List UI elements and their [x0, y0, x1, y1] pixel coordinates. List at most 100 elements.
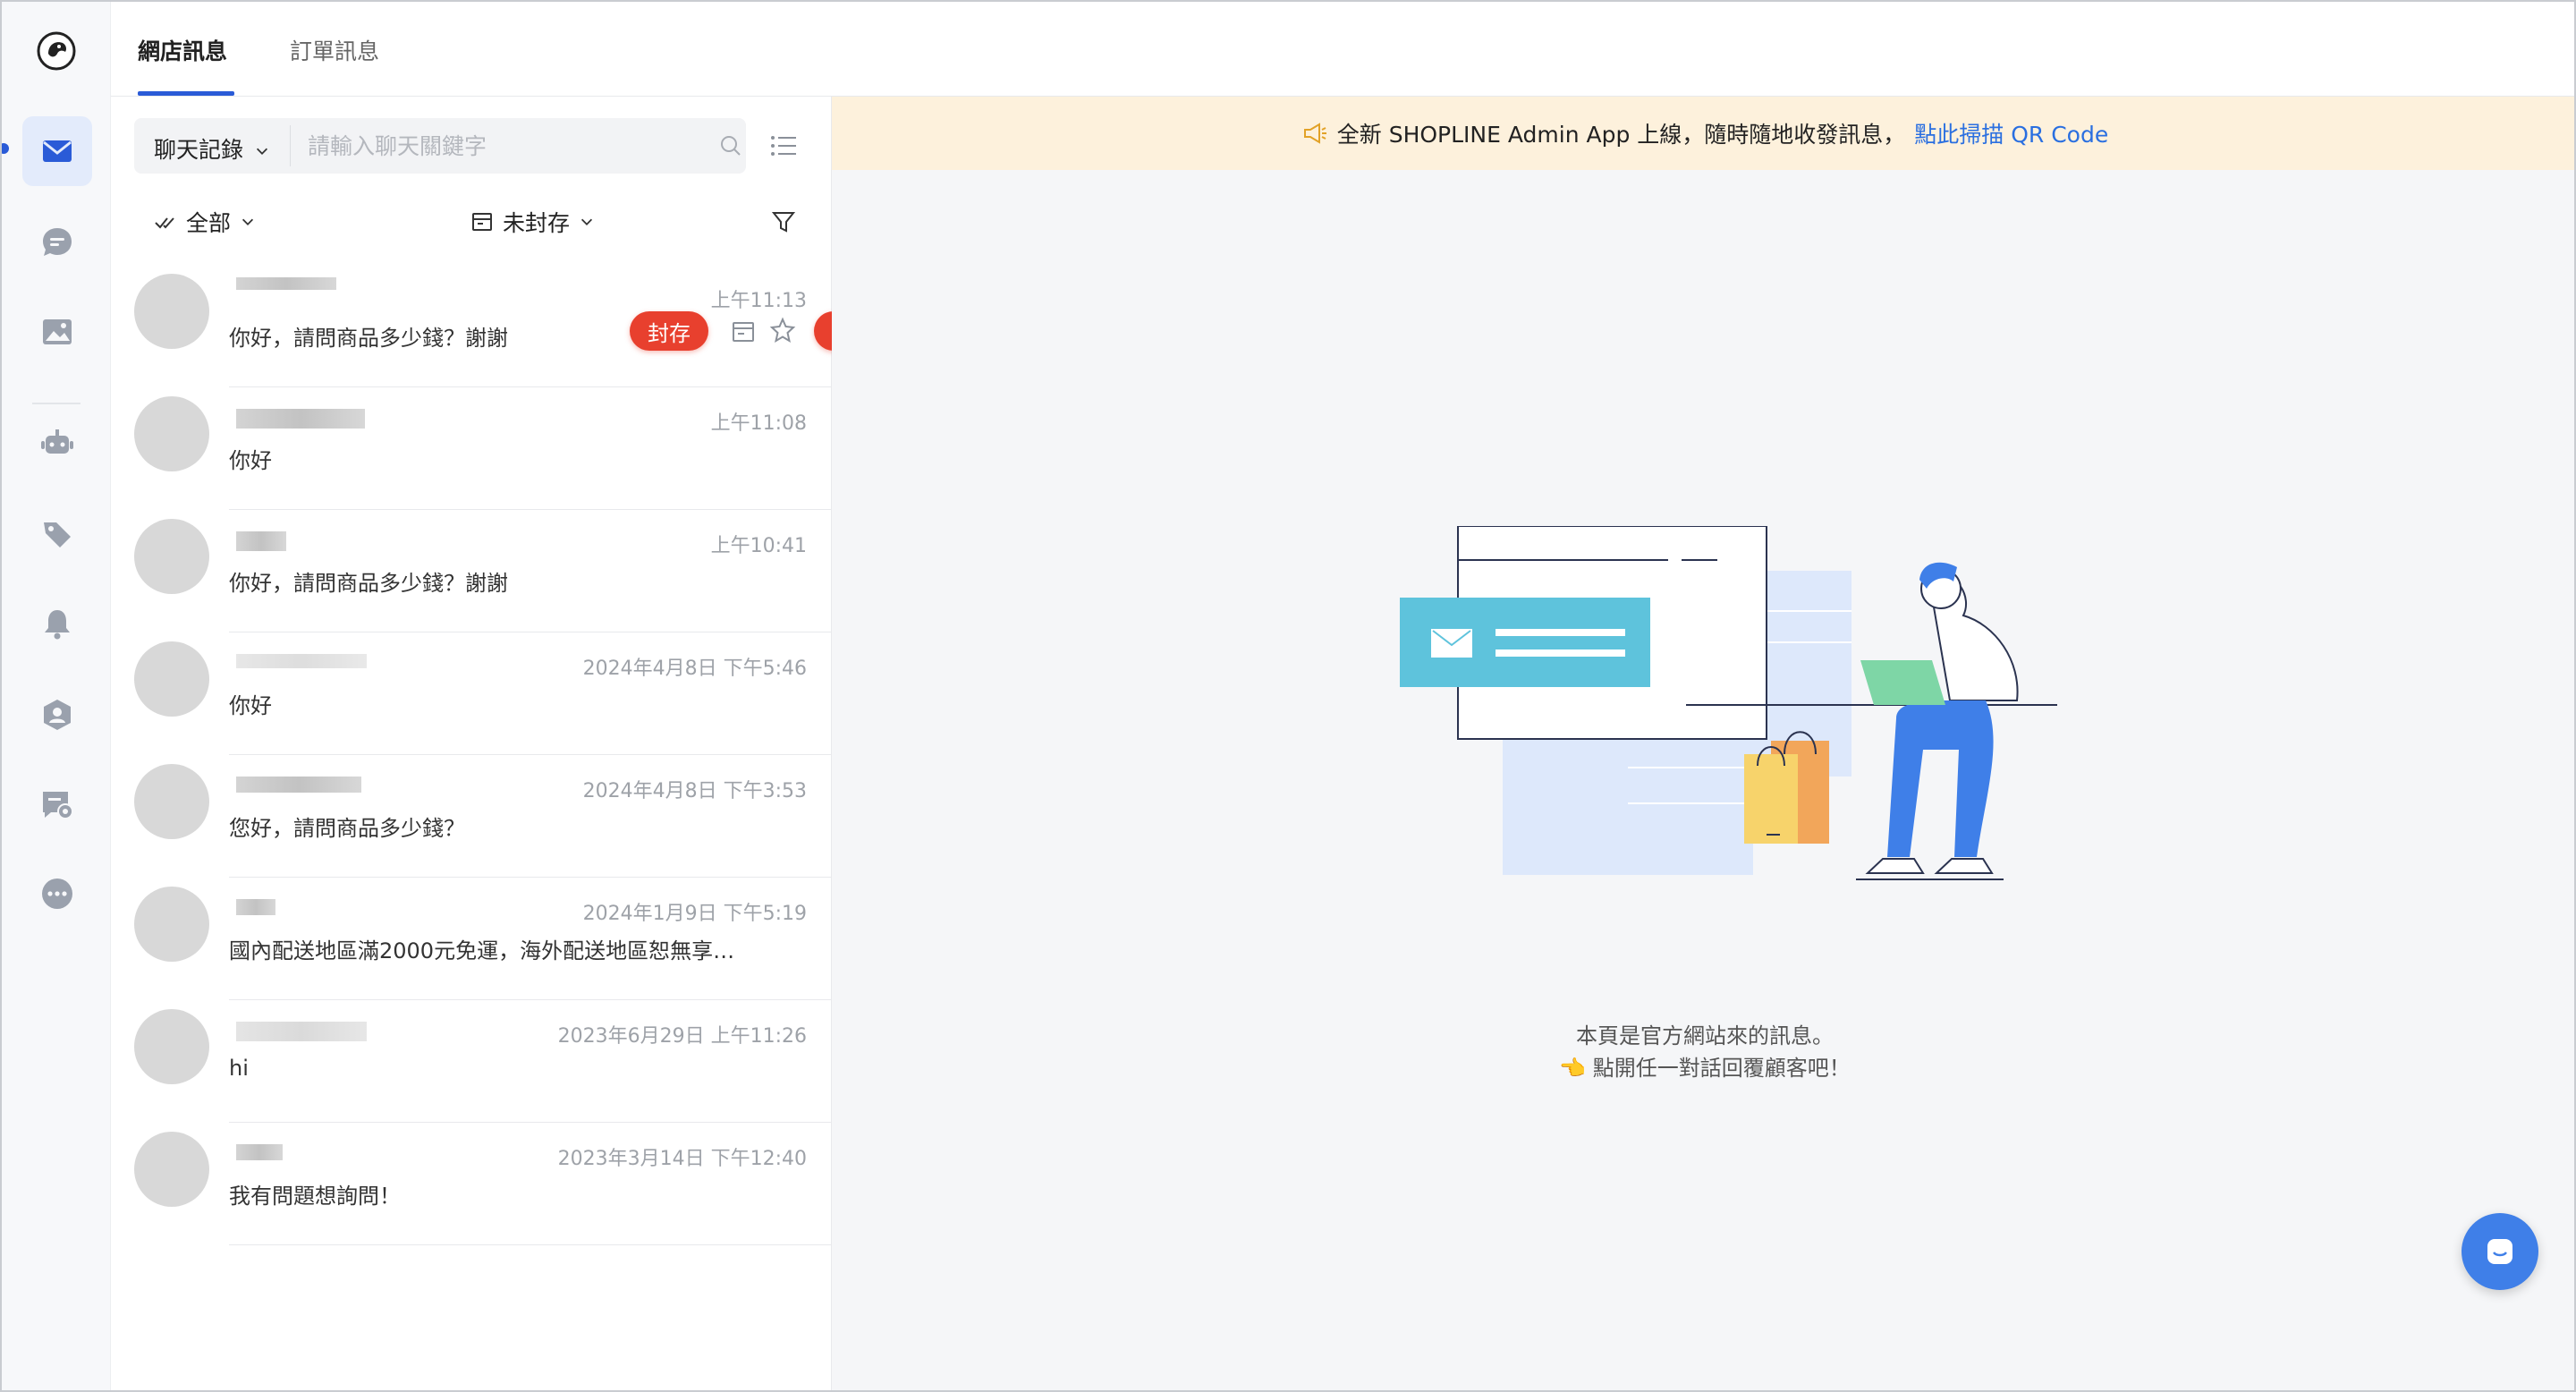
empty-state-line2: 👈 點開任一對話回覆顧客吧！: [1559, 1056, 1851, 1081]
customer-name-redacted: [236, 654, 367, 668]
support-chat-button[interactable]: [2462, 1213, 2538, 1290]
conversation-item[interactable]: 2024年1月9日 下午5:19 國內配送地區滿2000元免運，海外配送地區恕無…: [111, 878, 832, 1000]
tag-icon: [44, 522, 71, 547]
customer-name-redacted: [236, 1144, 283, 1160]
customer-avatar: [134, 764, 209, 839]
search-type-label: 聊天記錄: [154, 137, 244, 163]
conversation-preview: 國內配送地區滿2000元免運，海外配送地區恕無享…: [229, 938, 735, 963]
promo-banner: 全新 SHOPLINE Admin App 上線，隨時隨地收發訊息， 點此掃描 …: [832, 97, 2574, 170]
empty-state-line1: 本頁是官方網站來的訊息。: [1576, 1023, 1834, 1048]
conversation-preview: 你好，請問商品多少錢？謝謝: [229, 326, 508, 351]
tab-shop-messages[interactable]: 網店訊息: [138, 34, 227, 66]
conversation-item[interactable]: 上午11:08 你好: [111, 387, 832, 510]
customer-avatar: [134, 519, 209, 594]
star-icon[interactable]: [769, 317, 796, 344]
megaphone-icon: [1303, 123, 1326, 144]
conversation-item[interactable]: 2023年6月29日 上午11:26 hi: [111, 1000, 832, 1123]
customer-name-redacted: [236, 409, 365, 429]
shopline-logo-icon[interactable]: [36, 30, 77, 72]
app-window: 網店訊息 訂單訊息 聊天記錄 請輸入聊天關鍵字 全部 未封存 上午11:13 你…: [0, 0, 2576, 1392]
customer-avatar: [134, 274, 209, 349]
read-status-filter[interactable]: 全部: [154, 206, 256, 238]
customer-group-icon: [44, 700, 71, 730]
bell-icon: [45, 610, 70, 640]
rail-item-broadcast[interactable]: [22, 769, 92, 839]
customer-name-redacted: [236, 277, 336, 290]
rail-divider: [32, 403, 80, 404]
customer-name-redacted: [236, 531, 286, 551]
conversation-item[interactable]: 2024年4月8日 下午5:46 你好: [111, 632, 832, 755]
archive-box-icon: [472, 213, 492, 231]
conversation-preview: 你好，請問商品多少錢？謝謝: [229, 571, 508, 596]
rail-item-notifications[interactable]: [22, 589, 92, 658]
icon-rail: [2, 2, 111, 1390]
tab-order-messages[interactable]: 訂單訊息: [290, 34, 379, 66]
conversation-preview: 你好: [229, 693, 272, 718]
message-settings-icon: [43, 792, 73, 819]
chevron-down-icon: [256, 148, 268, 155]
customer-name-redacted: [236, 1022, 367, 1041]
rail-item-messages[interactable]: [22, 116, 92, 186]
envelope-icon: [43, 140, 72, 162]
archive-status-label: 未封存: [503, 210, 571, 236]
customer-avatar: [134, 396, 209, 471]
chat-bubble-icon: [43, 228, 72, 256]
search-separator: [290, 125, 291, 166]
robot-icon: [41, 429, 73, 454]
archive-status-filter[interactable]: 未封存: [470, 206, 595, 238]
customer-name-redacted: [236, 777, 361, 793]
conversation-item[interactable]: 2024年4月8日 下午3:53 您好，請問商品多少錢？: [111, 755, 832, 878]
conversation-time: 2024年4月8日 下午5:46: [582, 658, 807, 680]
conversation-time: 2023年6月29日 上午11:26: [557, 1025, 807, 1048]
customer-avatar: [134, 641, 209, 717]
customer-avatar: [134, 887, 209, 962]
conversation-time: 2024年1月9日 下午5:19: [582, 903, 807, 925]
list-view-icon[interactable]: [769, 132, 798, 159]
search-bar: 聊天記錄: [134, 118, 746, 174]
top-tabs: 網店訊息 訂單訊息: [111, 2, 2574, 97]
active-tab-underline: [138, 91, 234, 96]
search-input[interactable]: [308, 123, 701, 168]
rail-item-customers[interactable]: [22, 680, 92, 750]
chat-support-icon: [2487, 1239, 2512, 1264]
conversation-item[interactable]: 上午11:13 你好，請問商品多少錢？謝謝 封存 待追蹤: [111, 265, 921, 387]
search-icon[interactable]: [719, 134, 742, 157]
customer-avatar: [134, 1132, 209, 1207]
rail-item-more[interactable]: [22, 859, 92, 929]
conversation-time: 上午10:41: [710, 535, 807, 557]
more-options-icon: [42, 878, 72, 909]
conversation-time: 2023年3月14日 下午12:40: [557, 1148, 807, 1170]
row-divider: [229, 1244, 832, 1245]
rail-item-media[interactable]: [22, 297, 92, 367]
image-icon: [43, 319, 72, 344]
conversation-item[interactable]: 2023年3月14日 下午12:40 我有問題想詢問！: [111, 1123, 832, 1245]
customer-avatar: [134, 1009, 209, 1084]
conversation-list: 上午11:13 你好，請問商品多少錢？謝謝 封存 待追蹤 上午11:08 你好: [111, 265, 921, 1245]
conversation-time: 上午11:13: [710, 290, 807, 312]
customer-name-redacted: [236, 899, 275, 915]
rail-item-bot[interactable]: [22, 408, 92, 478]
conversation-preview: hi: [229, 1056, 249, 1081]
filter-bar: 全部 未封存: [111, 197, 832, 250]
double-check-icon: [155, 217, 174, 229]
conversation-panel: 聊天記錄 全部: [111, 97, 921, 1390]
chevron-down-icon: [242, 218, 254, 225]
active-indicator-dot: [2, 143, 9, 154]
banner-qr-link[interactable]: 點此掃描 QR Code: [1914, 117, 2108, 149]
read-status-label: 全部: [186, 210, 232, 236]
funnel-filter-icon[interactable]: [771, 209, 796, 234]
archive-box-icon[interactable]: [730, 318, 757, 345]
conversation-item[interactable]: 上午10:41 你好，請問商品多少錢？謝謝: [111, 510, 832, 632]
rail-item-tags[interactable]: [22, 499, 92, 569]
conversation-preview: 你好: [229, 448, 272, 473]
search-type-dropdown[interactable]: 聊天記錄: [154, 132, 270, 165]
main-content: 全新 SHOPLINE Admin App 上線，隨時隨地收發訊息， 點此掃描 …: [832, 97, 2574, 1390]
conversation-time: 上午11:08: [710, 412, 807, 435]
chevron-down-icon: [580, 218, 593, 225]
archive-button[interactable]: 封存: [630, 311, 708, 351]
rail-item-chat[interactable]: [22, 208, 92, 277]
banner-message: 全新 SHOPLINE Admin App 上線，隨時隨地收發訊息，: [1336, 122, 1906, 148]
conversation-time: 2024年4月8日 下午3:53: [582, 780, 807, 802]
conversation-preview: 我有問題想詢問！: [229, 1184, 401, 1209]
conversation-preview: 您好，請問商品多少錢？: [229, 816, 465, 841]
